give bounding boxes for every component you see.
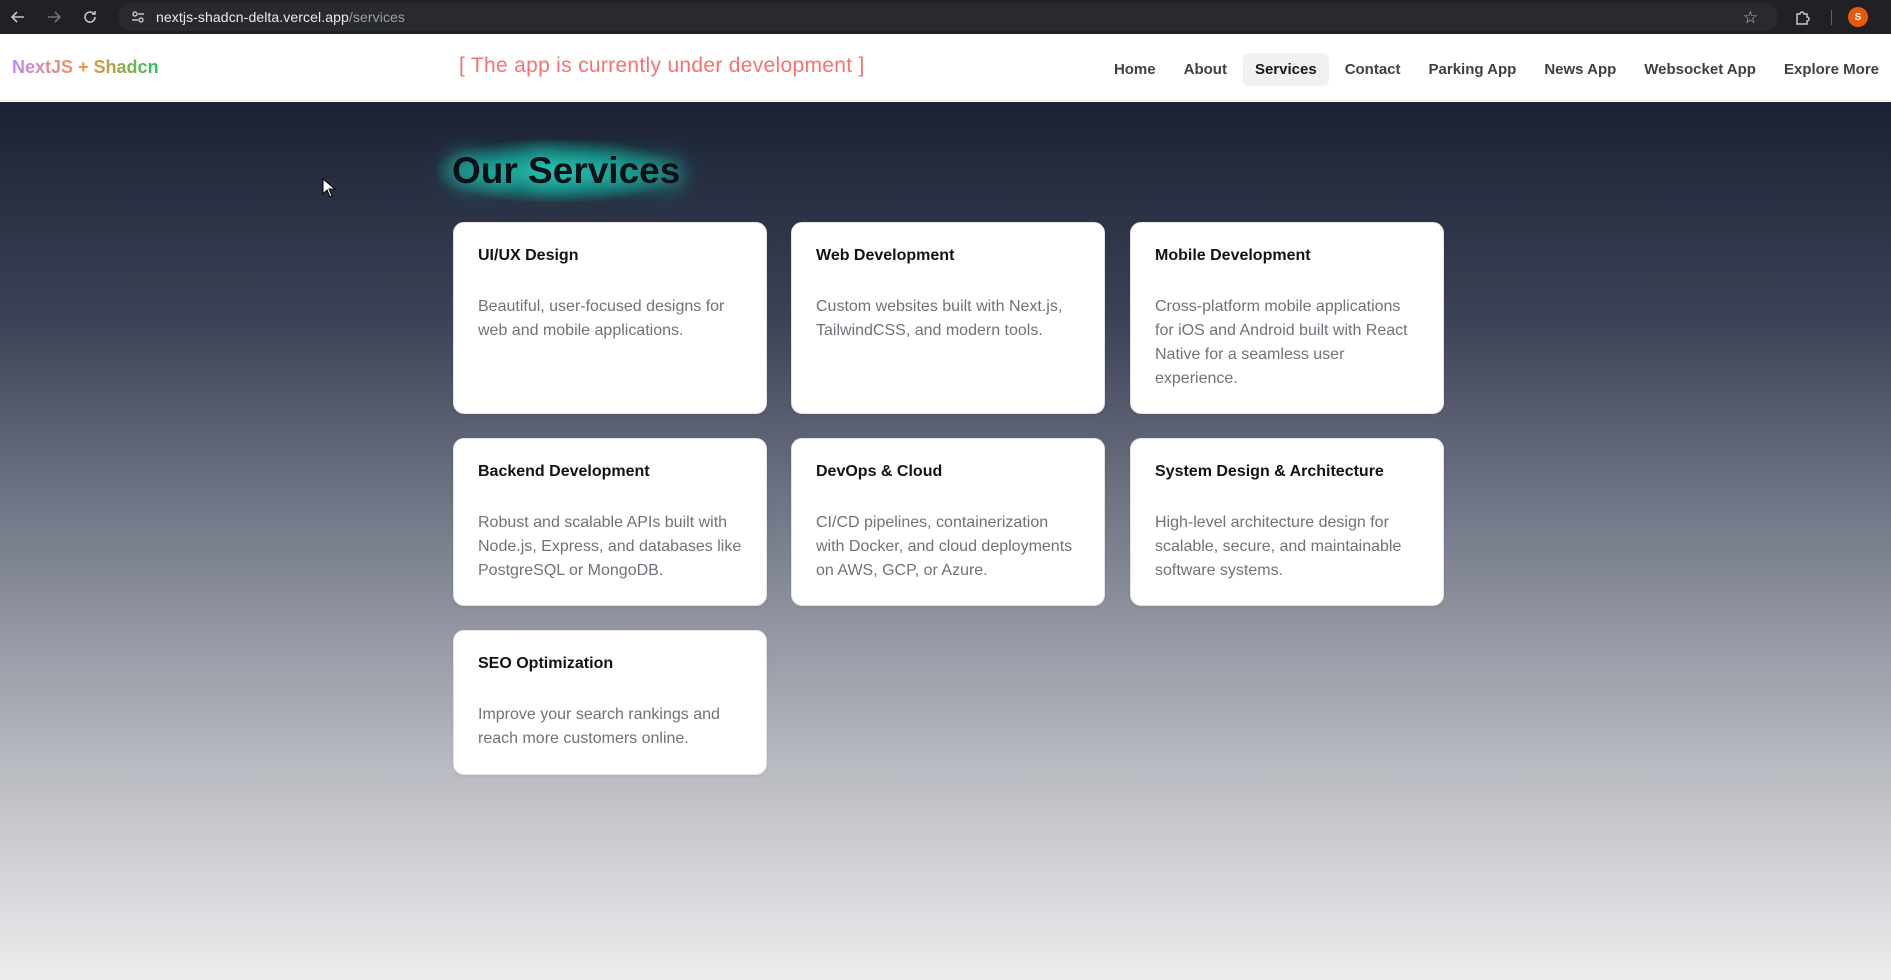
site-logo[interactable]: NextJS + Shadcn bbox=[12, 57, 159, 78]
service-card: Web Development Custom websites built wi… bbox=[791, 222, 1105, 414]
service-card: Mobile Development Cross-platform mobile… bbox=[1130, 222, 1444, 414]
nav-contact[interactable]: Contact bbox=[1333, 53, 1413, 86]
development-notice: [ The app is currently under development… bbox=[459, 54, 865, 77]
service-card-title: Backend Development bbox=[478, 463, 650, 480]
service-card-title: System Design & Architecture bbox=[1155, 463, 1384, 480]
url-text: nextjs-shadcn-delta.vercel.app/services bbox=[156, 9, 405, 25]
main-nav: Home About Services Contact Parking App … bbox=[1098, 53, 1891, 86]
service-card-title: UI/UX Design bbox=[478, 247, 579, 264]
extensions-icon[interactable] bbox=[1794, 8, 1812, 31]
service-card-description: Cross-platform mobile applications for i… bbox=[1155, 298, 1408, 387]
service-card-title: SEO Optimization bbox=[478, 655, 614, 672]
mouse-cursor-icon bbox=[322, 177, 337, 203]
url-path: /services bbox=[348, 9, 406, 25]
service-card-description: CI/CD pipelines, containerization with D… bbox=[816, 514, 1073, 579]
service-card-description: Improve your search rankings and reach m… bbox=[478, 706, 720, 747]
nav-news-app[interactable]: News App bbox=[1532, 53, 1628, 86]
nav-websocket-app[interactable]: Websocket App bbox=[1632, 53, 1768, 86]
toolbar-divider bbox=[1831, 10, 1832, 25]
forward-icon[interactable] bbox=[36, 0, 72, 34]
site-header: NextJS + Shadcn [ The app is currently u… bbox=[0, 34, 1891, 101]
service-card-title: Mobile Development bbox=[1155, 247, 1311, 264]
services-section: Our Services UI/UX Design Beautiful, use… bbox=[0, 102, 1891, 980]
browser-toolbar: nextjs-shadcn-delta.vercel.app/services … bbox=[0, 0, 1891, 34]
nav-services[interactable]: Services bbox=[1242, 53, 1329, 86]
service-card-description: Robust and scalable APIs built with Node… bbox=[478, 514, 742, 579]
profile-avatar[interactable]: S bbox=[1848, 7, 1868, 27]
service-card: UI/UX Design Beautiful, user-focused des… bbox=[453, 222, 767, 414]
nav-about[interactable]: About bbox=[1172, 53, 1239, 86]
service-card: Backend Development Robust and scalable … bbox=[453, 438, 767, 606]
service-card-description: Custom websites built with Next.js, Tail… bbox=[816, 298, 1063, 339]
nav-explore-more[interactable]: Explore More bbox=[1772, 53, 1891, 86]
site-info-icon[interactable] bbox=[124, 3, 152, 31]
service-card: System Design & Architecture High-level … bbox=[1130, 438, 1444, 606]
service-card-description: High-level architecture design for scala… bbox=[1155, 514, 1402, 579]
reload-icon[interactable] bbox=[72, 0, 108, 34]
bookmark-star-icon[interactable]: ☆ bbox=[1743, 8, 1758, 28]
page-title: Our Services bbox=[452, 150, 681, 191]
nav-parking-app[interactable]: Parking App bbox=[1417, 53, 1529, 86]
service-card-title: Web Development bbox=[816, 247, 955, 264]
service-card-description: Beautiful, user-focused designs for web … bbox=[478, 298, 725, 339]
url-host: nextjs-shadcn-delta.vercel.app bbox=[156, 9, 349, 25]
service-card: DevOps & Cloud CI/CD pipelines, containe… bbox=[791, 438, 1105, 606]
service-card: SEO Optimization Improve your search ran… bbox=[453, 630, 767, 775]
service-card-title: DevOps & Cloud bbox=[816, 463, 943, 480]
back-icon[interactable] bbox=[0, 0, 36, 34]
nav-home[interactable]: Home bbox=[1102, 53, 1168, 86]
address-bar[interactable]: nextjs-shadcn-delta.vercel.app/services … bbox=[118, 3, 1778, 31]
